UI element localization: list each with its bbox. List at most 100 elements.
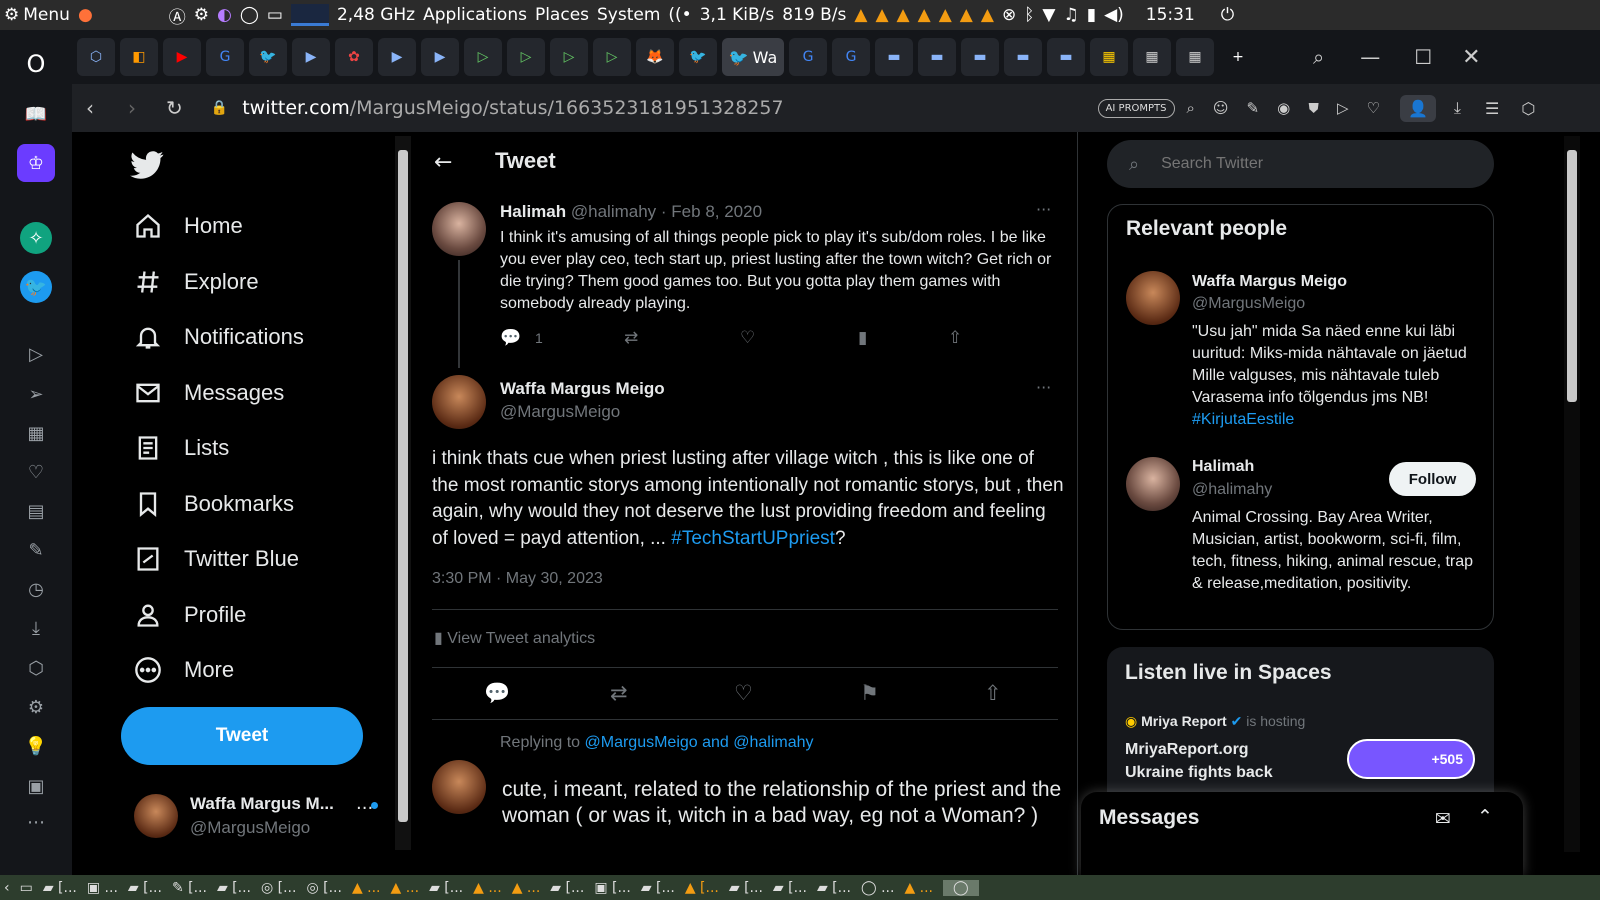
account-switcher[interactable]: Waffa Margus M... @MargusMeigo ··· bbox=[134, 792, 384, 842]
taskbar-item[interactable]: ▲ ... bbox=[512, 880, 541, 896]
lightbulb-icon[interactable]: 💡 bbox=[20, 730, 52, 762]
space-title-line[interactable]: MriyaReport.org bbox=[1125, 741, 1249, 759]
settings-icon[interactable]: ⚙ bbox=[194, 5, 209, 25]
share-icon[interactable]: ⇧ bbox=[984, 681, 1002, 705]
tab-youtube[interactable]: ▶ bbox=[163, 38, 201, 76]
tab-twitter[interactable]: 🐦 bbox=[679, 38, 717, 76]
player-icon[interactable]: ▷ bbox=[20, 338, 52, 370]
opera-logo-icon[interactable]: O bbox=[20, 48, 52, 80]
book-icon[interactable]: 📖 bbox=[20, 98, 52, 130]
person-handle[interactable]: @MargusMeigo bbox=[1192, 295, 1305, 313]
reply-input[interactable]: cute, i meant, related to the relationsh… bbox=[502, 777, 1062, 829]
vlc-icon[interactable]: ▲ bbox=[897, 5, 910, 25]
taskbar-item[interactable]: ▲ ... bbox=[391, 880, 420, 896]
tab[interactable]: ▦ bbox=[1133, 38, 1171, 76]
more-icon[interactable]: ⋯ bbox=[20, 806, 52, 838]
avatar[interactable] bbox=[1126, 271, 1180, 325]
tweet-timestamp[interactable]: 3:30 PM · May 30, 2023 bbox=[432, 570, 603, 588]
tab-google[interactable]: G bbox=[206, 38, 244, 76]
vlc-icon[interactable]: ▲ bbox=[918, 5, 931, 25]
taskbar-item[interactable]: ✎ [... bbox=[172, 880, 207, 896]
taskbar-item-active[interactable]: ◯ bbox=[943, 879, 979, 896]
taskbar-item[interactable]: ▰ [... bbox=[641, 880, 675, 896]
vlc-icon[interactable]: ▲ bbox=[981, 5, 994, 25]
taskbar-item[interactable]: ▰ [... bbox=[217, 880, 251, 896]
tab[interactable]: ▬ bbox=[918, 38, 956, 76]
taskbar-item[interactable]: ▭ bbox=[20, 880, 33, 896]
tab[interactable]: ▶ bbox=[292, 38, 330, 76]
follow-button[interactable]: Follow bbox=[1389, 462, 1476, 496]
new-message-icon[interactable]: ✉ bbox=[1435, 808, 1451, 830]
space-title-line[interactable]: Ukraine fights back bbox=[1125, 764, 1273, 782]
download-icon[interactable]: ⤓ bbox=[20, 612, 52, 644]
nav-home[interactable]: Home bbox=[134, 204, 243, 248]
url-field[interactable]: twitter.com/MargusMeigo/status/166352318… bbox=[242, 97, 783, 119]
forward-button[interactable]: › bbox=[128, 96, 136, 120]
chatgpt-icon[interactable]: ✧ bbox=[20, 222, 52, 254]
tweet-more-icon[interactable]: ··· bbox=[1036, 200, 1051, 219]
tab[interactable]: ✿ bbox=[335, 38, 373, 76]
nav-profile[interactable]: Profile bbox=[134, 593, 246, 637]
minimize-button[interactable]: — bbox=[1360, 45, 1380, 69]
hashtag-link[interactable]: #TechStartUPpriest bbox=[671, 528, 835, 549]
nav-bookmarks[interactable]: Bookmarks bbox=[134, 482, 294, 526]
tweet-more-icon[interactable]: ··· bbox=[1036, 378, 1051, 397]
tab-active[interactable]: 🐦 Wa bbox=[722, 38, 784, 76]
tab[interactable]: ⬡ bbox=[77, 38, 115, 76]
taskbar-item[interactable]: ▰ [... bbox=[773, 880, 807, 896]
crown-icon[interactable]: ♔ bbox=[17, 144, 55, 182]
extension-icon[interactable]: ▣ bbox=[20, 770, 52, 802]
applications-menu[interactable]: Applications bbox=[423, 5, 527, 25]
tab[interactable]: ▶ bbox=[378, 38, 416, 76]
messages-drawer[interactable]: Messages ✉ ⌃ bbox=[1081, 792, 1523, 875]
maximize-button[interactable]: ☐ bbox=[1414, 45, 1432, 69]
search-input[interactable] bbox=[1161, 155, 1462, 173]
twitter-logo-icon[interactable] bbox=[130, 148, 164, 182]
send-icon[interactable]: ➢ bbox=[20, 378, 52, 410]
reply-icon[interactable]: 💬 bbox=[484, 681, 510, 706]
nav-messages[interactable]: Messages bbox=[134, 371, 284, 415]
notification-icon[interactable]: ♫ bbox=[1063, 5, 1078, 25]
edit-icon[interactable]: ✎ bbox=[20, 534, 52, 566]
terminal-icon[interactable]: ▭ bbox=[267, 5, 283, 25]
avatar[interactable] bbox=[1126, 457, 1180, 511]
applet-icon[interactable]: Ⓐ bbox=[169, 3, 186, 28]
tab[interactable]: ▷ bbox=[593, 38, 631, 76]
toolbar-icons[interactable]: ⌕☺✎◉⛊▷♡ bbox=[1187, 99, 1398, 117]
close-icon[interactable]: ✕ bbox=[1462, 45, 1480, 70]
reply-icon[interactable]: 💬 bbox=[500, 328, 521, 348]
new-tab-button[interactable]: + bbox=[1219, 38, 1257, 76]
grid-icon[interactable]: ▦ bbox=[20, 417, 52, 449]
tab[interactable]: ▷ bbox=[550, 38, 588, 76]
news-icon[interactable]: ▤ bbox=[20, 495, 52, 527]
space-host[interactable]: ◉ Mriya Report ✔ is hosting bbox=[1125, 713, 1305, 730]
twitter-icon[interactable]: 🐦 bbox=[20, 271, 52, 303]
taskbar-item[interactable]: ◯ ... bbox=[861, 880, 894, 896]
taskbar-item[interactable]: ▣ ... bbox=[87, 880, 118, 896]
network-icon[interactable]: ▼ bbox=[1042, 5, 1055, 25]
tab[interactable]: ▷ bbox=[507, 38, 545, 76]
back-button[interactable]: ‹ bbox=[86, 96, 94, 120]
taskbar-item[interactable]: ▲ ... bbox=[352, 880, 381, 896]
nav-notifications[interactable]: Notifications bbox=[134, 315, 304, 359]
retweet-icon[interactable]: ⇄ bbox=[610, 681, 628, 705]
more-dots-icon[interactable]: ··· bbox=[356, 798, 373, 819]
tab[interactable]: ▬ bbox=[875, 38, 913, 76]
expand-icon[interactable]: ⌃ bbox=[1477, 806, 1493, 828]
tab-google[interactable]: G bbox=[832, 38, 870, 76]
like-icon[interactable]: ♡ bbox=[740, 328, 755, 348]
profile-icon[interactable]: 👤 bbox=[1399, 94, 1436, 122]
tab-twitter[interactable]: 🐦 bbox=[249, 38, 287, 76]
taskbar-item[interactable]: ▰ [... bbox=[43, 880, 77, 896]
analytics-icon[interactable]: ▮ bbox=[858, 328, 867, 348]
vlc-icon[interactable]: ▲ bbox=[875, 5, 888, 25]
vlc-icon[interactable]: ▲ bbox=[854, 5, 867, 25]
taskbar-item[interactable]: ▰ [... bbox=[128, 880, 162, 896]
tab[interactable]: ▷ bbox=[464, 38, 502, 76]
person-name[interactable]: Waffa Margus Meigo bbox=[1192, 273, 1347, 291]
nav-twitter-blue[interactable]: Twitter Blue bbox=[134, 537, 299, 581]
avatar[interactable] bbox=[432, 202, 486, 256]
author-name[interactable]: Waffa Margus Meigo bbox=[500, 379, 665, 399]
tab[interactable]: ▶ bbox=[421, 38, 459, 76]
avatar[interactable] bbox=[432, 375, 486, 429]
